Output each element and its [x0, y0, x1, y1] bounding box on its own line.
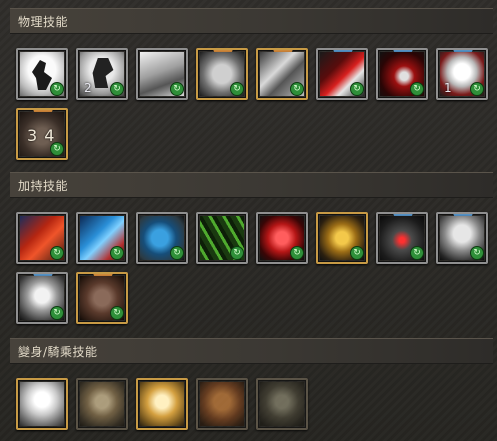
bronze-knight-icon: [80, 382, 124, 426]
refresh-icon: ↻: [110, 306, 124, 320]
skill-slot-phys-2[interactable]: 2 ↻: [76, 48, 128, 100]
refresh-icon: ↻: [350, 246, 364, 260]
refresh-icon: ↻: [110, 82, 124, 96]
skill-slot-trans-3[interactable]: [136, 378, 188, 430]
section-title-buff: 加持技能: [18, 179, 69, 193]
refresh-icon: ↻: [50, 246, 64, 260]
skill-slot-phys-8[interactable]: 1 ↻: [436, 48, 488, 100]
refresh-icon: ↻: [170, 246, 184, 260]
section-title-transform: 變身/騎乘技能: [18, 345, 98, 359]
skill-slot-buff-8[interactable]: ↻: [436, 212, 488, 264]
refresh-icon: ↻: [290, 82, 304, 96]
refresh-icon: ↻: [290, 246, 304, 260]
skill-slot-trans-2[interactable]: [76, 378, 128, 430]
skill-level: 3 4: [27, 126, 56, 145]
refresh-icon: ↻: [230, 246, 244, 260]
golden-tiger-icon: [140, 382, 184, 426]
horse-icon: [200, 382, 244, 426]
silver-armor-icon: [20, 382, 64, 426]
skill-slot-buff-9[interactable]: ↻: [16, 272, 68, 324]
section-title-physical: 物理技能: [18, 15, 69, 29]
section-header-physical: 物理技能: [10, 8, 493, 34]
refresh-icon: ↻: [470, 82, 484, 96]
skill-level: 2: [84, 81, 92, 95]
skill-slot-buff-6[interactable]: ↻: [316, 212, 368, 264]
skill-slot-phys-6[interactable]: ↻: [316, 48, 368, 100]
refresh-icon: ↻: [50, 142, 64, 156]
skill-level: 1: [444, 81, 452, 95]
skill-slot-phys-4[interactable]: ↻: [196, 48, 248, 100]
refresh-icon: ↻: [110, 246, 124, 260]
skill-slot-buff-2[interactable]: ↻: [76, 212, 128, 264]
refresh-icon: ↻: [230, 82, 244, 96]
skill-panel: 物理技能 加持技能 變身/騎乘技能 ↻ 2 ↻ ↻ ↻ ↻ ↻ ↻ 1 ↻ 3 …: [0, 0, 497, 441]
skill-slot-buff-1[interactable]: ↻: [16, 212, 68, 264]
skill-slot-buff-4[interactable]: ↻: [196, 212, 248, 264]
skill-slot-phys-9[interactable]: 3 4 ↻: [16, 108, 68, 160]
skill-slot-trans-5[interactable]: [256, 378, 308, 430]
skill-slot-trans-1[interactable]: [16, 378, 68, 430]
refresh-icon: ↻: [350, 82, 364, 96]
skill-slot-buff-5[interactable]: ↻: [256, 212, 308, 264]
skill-slot-phys-1[interactable]: ↻: [16, 48, 68, 100]
refresh-icon: ↻: [50, 306, 64, 320]
skill-slot-phys-3[interactable]: ↻: [136, 48, 188, 100]
skill-slot-buff-7[interactable]: ↻: [376, 212, 428, 264]
skill-slot-buff-10[interactable]: ↻: [76, 272, 128, 324]
refresh-icon: ↻: [410, 246, 424, 260]
skill-slot-trans-4[interactable]: [196, 378, 248, 430]
refresh-icon: ↻: [410, 82, 424, 96]
section-header-buff: 加持技能: [10, 172, 493, 198]
refresh-icon: ↻: [50, 82, 64, 96]
refresh-icon: ↻: [470, 246, 484, 260]
refresh-icon: ↻: [170, 82, 184, 96]
dark-rider-icon: [260, 382, 304, 426]
skill-slot-buff-3[interactable]: ↻: [136, 212, 188, 264]
section-header-transform: 變身/騎乘技能: [10, 338, 493, 364]
skill-slot-phys-5[interactable]: ↻: [256, 48, 308, 100]
skill-slot-phys-7[interactable]: ↻: [376, 48, 428, 100]
